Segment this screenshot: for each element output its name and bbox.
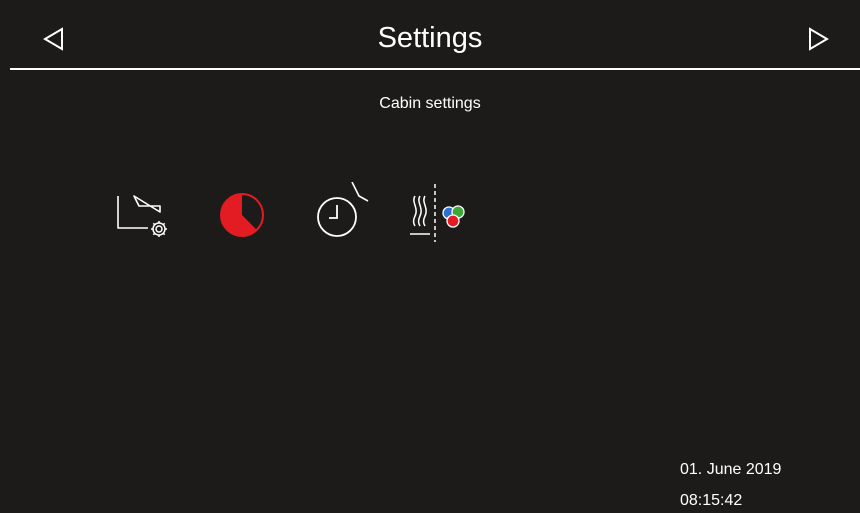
triangle-right-icon <box>809 27 829 51</box>
header-divider <box>10 68 860 70</box>
next-button[interactable] <box>804 24 834 54</box>
pie-timer-button[interactable] <box>212 182 272 242</box>
clock-door-button[interactable] <box>310 182 378 242</box>
footer-time: 08:15:42 <box>680 492 743 509</box>
section-subtitle: Cabin settings <box>379 95 481 112</box>
clock-door-icon <box>317 182 369 237</box>
heat-color-light-icon <box>410 184 465 242</box>
footer-date: 01. June 2019 <box>680 461 782 478</box>
folder-settings-button[interactable] <box>112 182 176 242</box>
pie-timer-icon <box>220 193 264 237</box>
heat-color-light-button[interactable] <box>405 182 475 242</box>
header: Settings <box>0 0 860 68</box>
page-title: Settings <box>377 22 483 54</box>
folder-settings-icon <box>117 195 167 237</box>
